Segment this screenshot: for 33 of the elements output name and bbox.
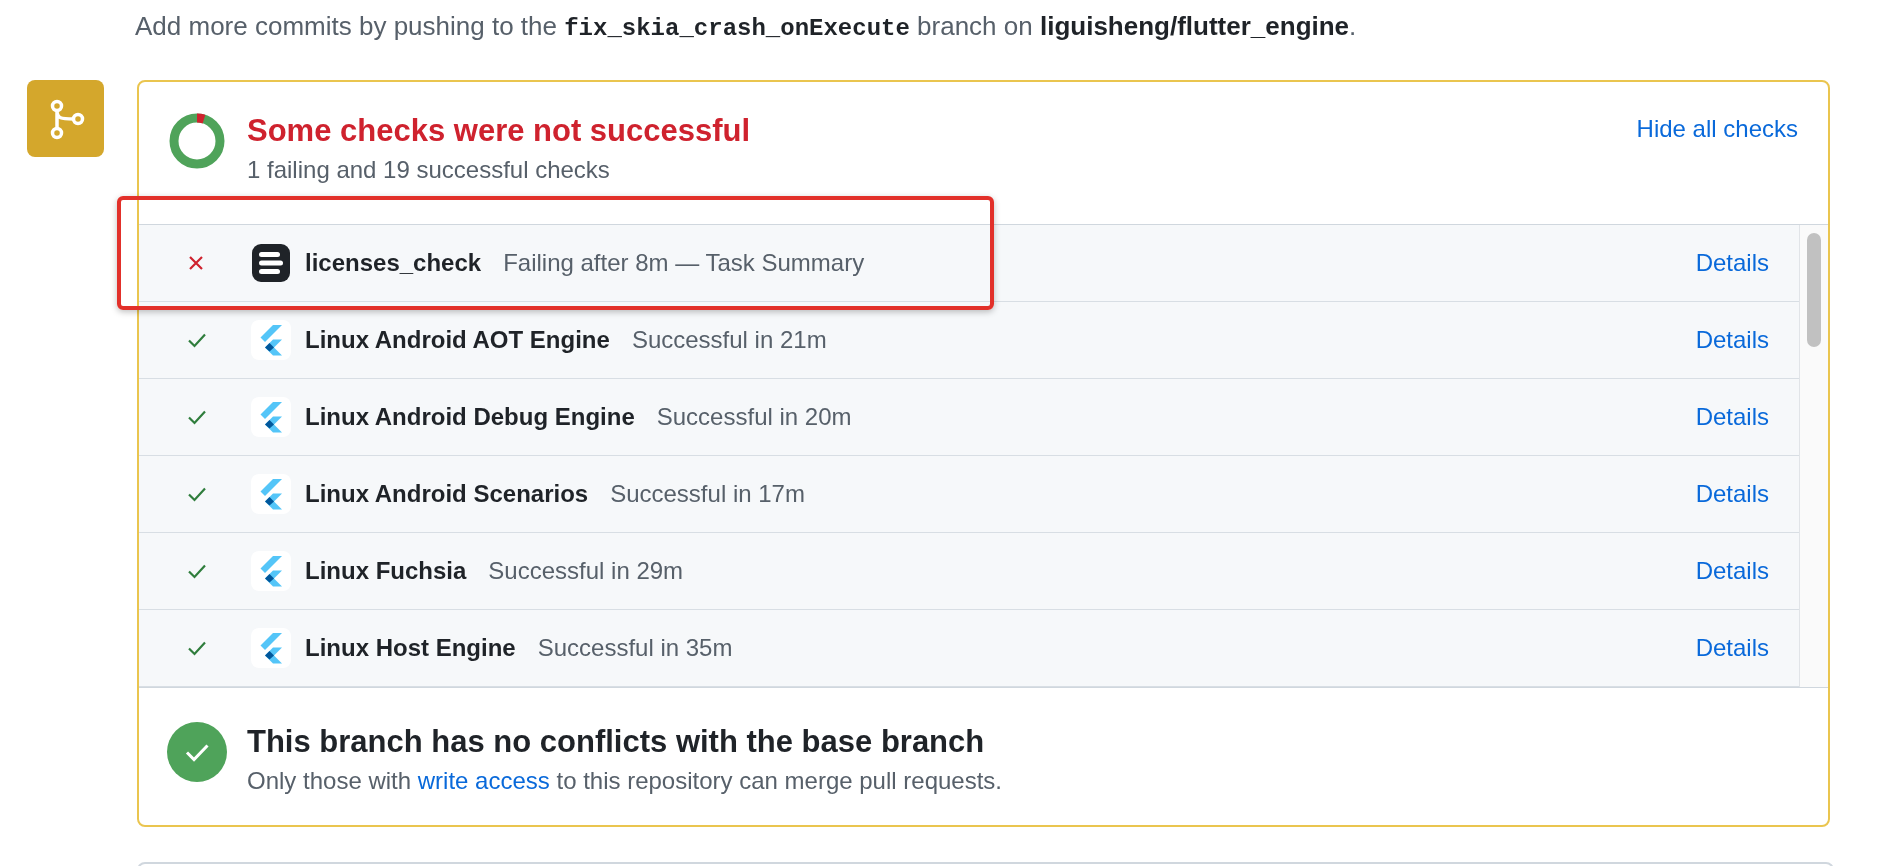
flutter-icon [251, 320, 291, 360]
write-access-link[interactable]: write access [417, 767, 550, 794]
flutter-icon [251, 397, 291, 437]
check-status-text: Failing after 8m — Task Summary [503, 249, 866, 277]
checks-title: Some checks were not successful [247, 112, 752, 150]
check-status-text: Successful in 35m [537, 634, 734, 662]
check-name: Linux Android AOT Engine [305, 326, 610, 354]
details-link[interactable]: Details [1695, 326, 1769, 354]
flutter-icon [251, 551, 291, 591]
details-link[interactable]: Details [1695, 249, 1769, 277]
details-link[interactable]: Details [1695, 557, 1769, 585]
details-link[interactable]: Details [1695, 634, 1769, 662]
branch-icon [27, 80, 104, 157]
check-name: Linux Android Scenarios [305, 480, 589, 508]
check-status-text: Successful in 17m [610, 480, 806, 508]
checks-subtitle: 1 failing and 19 successful checks [247, 155, 611, 185]
check-name: Linux Android Debug Engine [305, 403, 635, 431]
flutter-icon [251, 628, 291, 668]
hide-checks-link[interactable]: Hide all checks [1636, 115, 1798, 143]
check-status-text: Successful in 20m [656, 403, 853, 431]
merge-hint: Add more commits by pushing to the fix_skia_crash_onExecute branch on liguisheng/flutter_engine. [134, 10, 1358, 44]
scrollbar[interactable] [1799, 225, 1828, 687]
check-status-text: Successful in 29m [488, 557, 685, 585]
flutter-icon [251, 474, 291, 514]
merge-note: Only those with write access to this repository can merge pull requests. [247, 766, 1003, 796]
check-name: Linux Host Engine [305, 634, 516, 662]
details-link[interactable]: Details [1695, 480, 1769, 508]
check-name: Linux Fuchsia [305, 557, 467, 585]
check-name: licenses_check [305, 249, 482, 277]
check-status-text: Successful in 21m [631, 326, 828, 354]
stack-icon [251, 243, 291, 283]
details-link[interactable]: Details [1695, 403, 1769, 431]
merge-title: This branch has no conflicts with the base branch [247, 723, 986, 761]
